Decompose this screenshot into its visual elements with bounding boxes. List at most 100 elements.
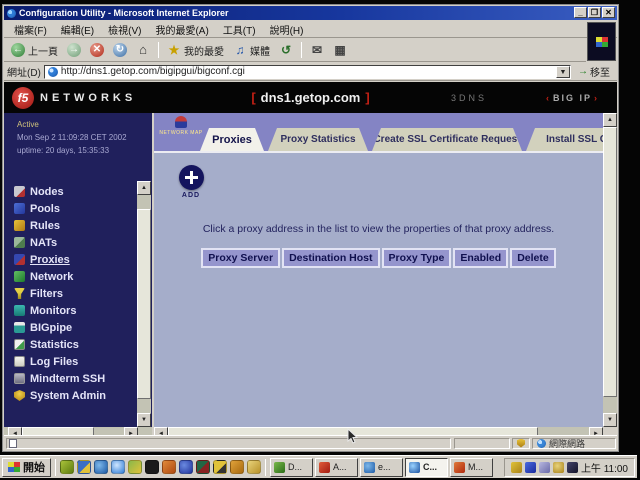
refresh-button[interactable] [110, 42, 130, 58]
minimize-button[interactable]: _ [574, 7, 587, 18]
navigation-sidebar: Active Mon Sep 2 11:09:28 CET 2002 uptim… [4, 113, 152, 441]
browser-window: Configuration Utility - Microsoft Intern… [2, 4, 619, 452]
tray-icon-2[interactable] [525, 462, 536, 473]
sidebar-item-filters[interactable]: Filters [14, 285, 106, 302]
go-button[interactable]: → 移至 [574, 64, 614, 79]
print-button[interactable] [330, 42, 350, 58]
tab-proxies[interactable]: Proxies [200, 128, 264, 151]
sidebar-item-mindterm-ssh[interactable]: Mindterm SSH [14, 370, 106, 387]
quicklaunch-icon-6[interactable] [145, 460, 159, 474]
address-dropdown-button[interactable]: ▼ [556, 66, 570, 78]
sidebar-item-monitors[interactable]: Monitors [14, 302, 106, 319]
quicklaunch-icon-8[interactable] [179, 460, 193, 474]
home-button[interactable] [133, 42, 153, 58]
scrollbar-thumb[interactable] [137, 209, 151, 399]
task-button-2[interactable]: A... [315, 458, 358, 477]
scroll-up-button[interactable]: ▲ [137, 181, 151, 195]
task-button-configuration-utility[interactable]: C... [405, 458, 448, 477]
restore-button[interactable]: ❐ [588, 7, 601, 18]
instruction-text: Click a proxy address in the list to vie… [154, 223, 603, 235]
f5-banner: f5 NETWORKS [ dns1.getop.com ] 3DNS BIG … [4, 82, 617, 113]
quicklaunch-icon-2[interactable] [77, 460, 91, 474]
tray-icon-1[interactable] [511, 462, 522, 473]
sidebar-item-proxies[interactable]: Proxies [14, 251, 106, 268]
start-button[interactable]: 開始 [2, 458, 51, 477]
log-files-icon [14, 356, 25, 367]
quicklaunch-icon-7[interactable] [162, 460, 176, 474]
quicklaunch-icon-9[interactable] [196, 460, 210, 474]
f5-logo: f5 [12, 87, 34, 109]
toolbar-separator [301, 42, 302, 58]
favorites-button[interactable]: 我的最愛 [164, 42, 227, 59]
security-icon [517, 439, 525, 448]
menu-view[interactable]: 檢視(V) [102, 20, 147, 39]
menu-file[interactable]: 檔案(F) [8, 20, 53, 39]
address-field[interactable]: ▼ [44, 65, 571, 79]
forward-button[interactable] [64, 42, 84, 58]
scroll-up-button[interactable]: ▲ [603, 113, 617, 127]
mail-icon [310, 43, 324, 57]
tray-icon-5[interactable] [567, 462, 578, 473]
network-map-icon [175, 116, 187, 128]
add-proxy-button[interactable]: ADD [170, 165, 212, 199]
scroll-down-button[interactable]: ▼ [603, 413, 617, 427]
sidebar-item-rules[interactable]: Rules [14, 217, 106, 234]
windows-flag-icon [596, 37, 608, 47]
address-input[interactable] [61, 66, 556, 77]
column-proxy-type: Proxy Type [382, 248, 452, 268]
menu-tools[interactable]: 工具(T) [217, 20, 262, 39]
quicklaunch-icon-4[interactable] [111, 460, 125, 474]
sidebar-item-nats[interactable]: NATs [14, 234, 106, 251]
mail-button[interactable] [307, 42, 327, 58]
sidebar-item-system-admin[interactable]: System Admin [14, 387, 106, 404]
sidebar-item-nodes[interactable]: Nodes [14, 183, 106, 200]
network-map-button[interactable]: NETWORK MAP [159, 116, 203, 148]
stop-icon [90, 43, 104, 57]
sidebar-item-network[interactable]: Network [14, 268, 106, 285]
tab-create-ssl-certificate-request[interactable]: Create SSL Certificate Request [372, 128, 522, 151]
task-button-1[interactable]: D... [270, 458, 313, 477]
hostname: [ dns1.getop.com ] [251, 90, 369, 105]
stop-button[interactable] [87, 42, 107, 58]
menu-edit[interactable]: 編輯(E) [55, 20, 100, 39]
task-button-3[interactable]: e... [360, 458, 403, 477]
menu-favorites[interactable]: 我的最愛(A) [149, 20, 214, 39]
task-icon [274, 462, 285, 473]
nats-icon [14, 237, 25, 248]
sidebar-vertical-scrollbar[interactable]: ▲ ▼ [137, 181, 151, 427]
tray-icon-3[interactable] [539, 462, 550, 473]
tab-bar: NETWORK MAP Proxies Proxy Statistics Cre… [154, 113, 617, 151]
quicklaunch-icon-10[interactable] [213, 460, 227, 474]
rules-icon [14, 220, 25, 231]
tray-icon-4[interactable] [553, 462, 564, 473]
sidebar-menu: Nodes Pools Rules NATs Proxies [14, 183, 106, 404]
address-bar: 網址(D) ▼ → 移至 [4, 63, 617, 81]
ie-window-icon [7, 9, 16, 18]
menu-help[interactable]: 說明(H) [264, 20, 310, 39]
status-message-panel [6, 438, 451, 449]
sidebar-item-log-files[interactable]: Log Files [14, 353, 106, 370]
close-button[interactable]: ✕ [602, 7, 615, 18]
go-label: 移至 [590, 64, 610, 79]
back-button[interactable]: 上一頁 [8, 42, 61, 59]
network-icon [14, 271, 25, 282]
quicklaunch-icon-1[interactable] [60, 460, 74, 474]
media-button[interactable]: 媒體 [230, 42, 273, 59]
history-icon [279, 43, 293, 57]
scroll-down-button[interactable]: ▼ [137, 413, 151, 427]
main-vertical-scrollbar[interactable]: ▲ ▼ [603, 113, 617, 427]
sidebar-item-pools[interactable]: Pools [14, 200, 106, 217]
history-button[interactable] [276, 42, 296, 58]
quicklaunch-icon-3[interactable] [94, 460, 108, 474]
tab-proxy-statistics[interactable]: Proxy Statistics [268, 128, 368, 151]
sidebar-item-statistics[interactable]: Statistics [14, 336, 106, 353]
zone-label: 網際網路 [549, 437, 585, 450]
quicklaunch-icon-11[interactable] [230, 460, 244, 474]
task-button-5[interactable]: M... [450, 458, 493, 477]
quicklaunch-icon-5[interactable] [128, 460, 142, 474]
clock: 上午 11:00 [581, 460, 628, 475]
quicklaunch-icon-12[interactable] [247, 460, 261, 474]
title-bar: Configuration Utility - Microsoft Intern… [4, 6, 617, 20]
scrollbar-thumb[interactable] [603, 127, 617, 397]
sidebar-item-bigpipe[interactable]: BIGpipe [14, 319, 106, 336]
